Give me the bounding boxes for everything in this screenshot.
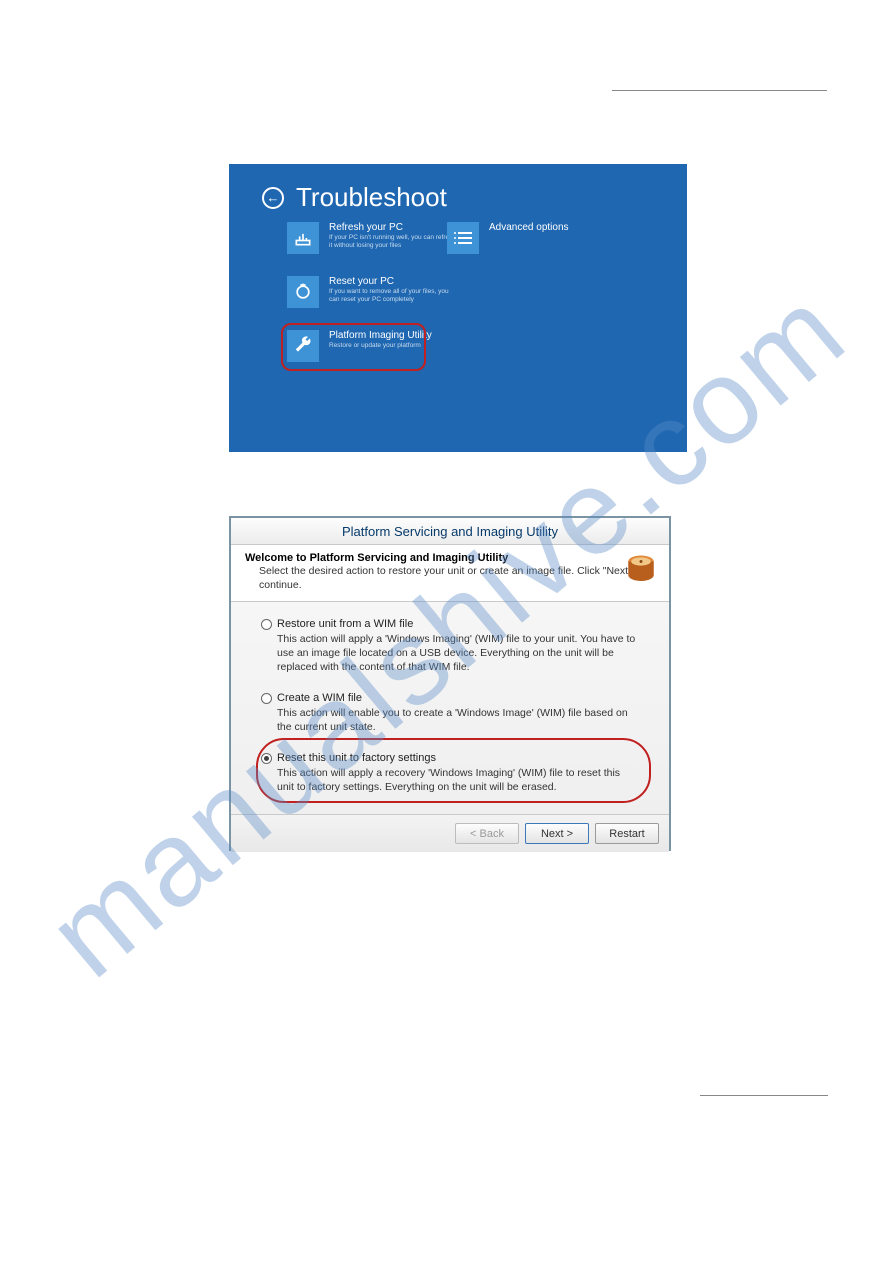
option-description: This action will apply a 'Windows Imagin…	[277, 633, 637, 674]
wrench-icon	[287, 330, 319, 362]
tile-refresh-pc[interactable]: Refresh your PC If your PC isn't running…	[287, 222, 459, 254]
dialog-title: Platform Servicing and Imaging Utility	[231, 518, 669, 545]
header-title: Welcome to Platform Servicing and Imagin…	[245, 552, 655, 564]
tile-title: Reset your PC	[329, 276, 459, 287]
tile-subtitle: If your PC isn't running well, you can r…	[329, 234, 459, 250]
header-subtitle: Select the desired action to restore you…	[259, 565, 655, 592]
footer-rule	[700, 1095, 828, 1096]
dialog-footer: < Back Next > Restart	[231, 814, 669, 852]
next-button[interactable]: Next >	[525, 823, 589, 844]
troubleshoot-screen: ← Troubleshoot Refresh your PC If your P…	[229, 164, 687, 452]
option-description: This action will apply a recovery 'Windo…	[277, 767, 637, 794]
tile-title: Refresh your PC	[329, 222, 459, 233]
radio-icon[interactable]	[261, 753, 272, 764]
tile-advanced-options[interactable]: Advanced options	[447, 222, 569, 254]
tile-title: Advanced options	[489, 222, 569, 254]
header-rule	[612, 90, 827, 91]
option-label: Restore unit from a WIM file	[277, 618, 413, 630]
restart-button[interactable]: Restart	[595, 823, 659, 844]
dialog-body: Restore unit from a WIM file This action…	[231, 602, 669, 814]
back-icon[interactable]: ←	[262, 187, 284, 209]
option-create-wim[interactable]: Create a WIM file This action will enabl…	[261, 692, 639, 734]
refresh-icon	[287, 222, 319, 254]
harddrive-icon	[623, 551, 659, 587]
tile-reset-pc[interactable]: Reset your PC If you want to remove all …	[287, 276, 459, 308]
reset-icon	[287, 276, 319, 308]
troubleshoot-header: ← Troubleshoot	[262, 182, 447, 213]
troubleshoot-title: Troubleshoot	[296, 182, 447, 213]
radio-icon[interactable]	[261, 693, 272, 704]
option-label: Reset this unit to factory settings	[277, 752, 436, 764]
tile-subtitle: Restore or update your platform	[329, 342, 432, 350]
radio-icon[interactable]	[261, 619, 272, 630]
option-description: This action will enable you to create a …	[277, 707, 637, 734]
option-label: Create a WIM file	[277, 692, 362, 704]
option-factory-reset[interactable]: Reset this unit to factory settings This…	[261, 752, 639, 794]
back-button: < Back	[455, 823, 519, 844]
option-restore-wim[interactable]: Restore unit from a WIM file This action…	[261, 618, 639, 674]
dialog-header: Welcome to Platform Servicing and Imagin…	[231, 545, 669, 602]
list-icon	[447, 222, 479, 254]
wizard-dialog: Platform Servicing and Imaging Utility W…	[229, 516, 671, 851]
tile-platform-imaging[interactable]: Platform Imaging Utility Restore or upda…	[287, 330, 432, 362]
tile-subtitle: If you want to remove all of your files,…	[329, 288, 459, 304]
tile-title: Platform Imaging Utility	[329, 330, 432, 341]
